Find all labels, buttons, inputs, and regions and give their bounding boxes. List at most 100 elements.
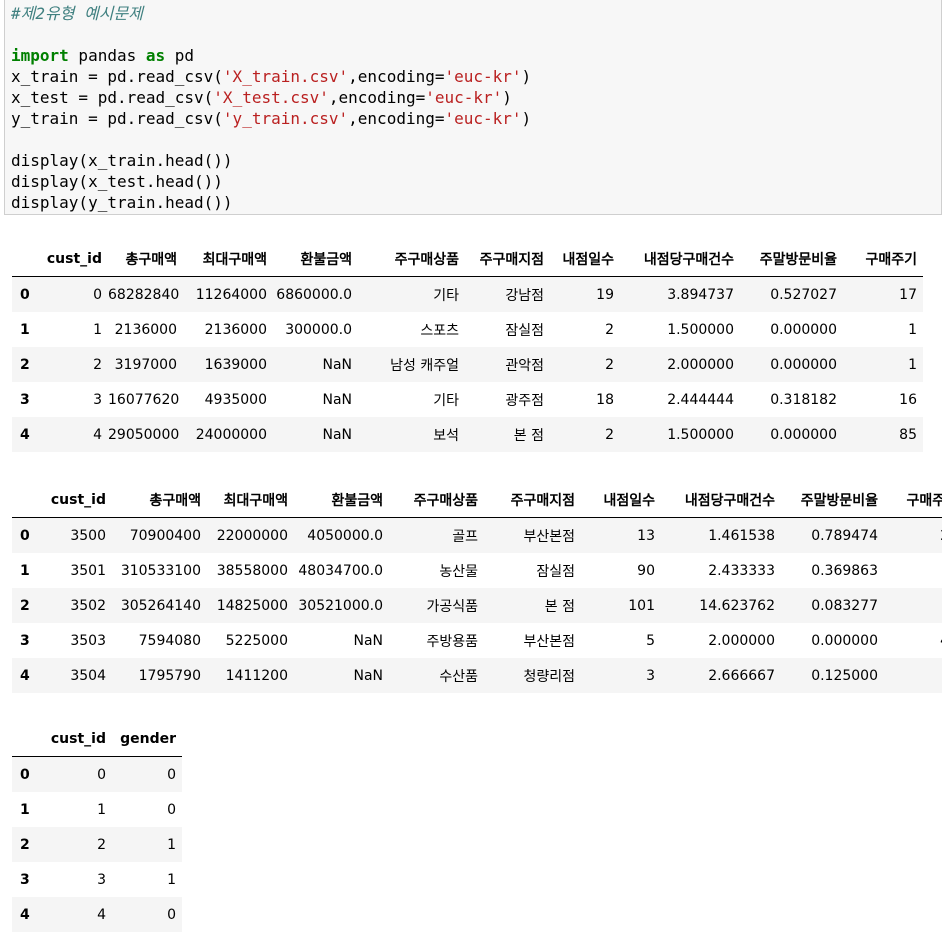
column-header: 환불금액 — [294, 483, 389, 518]
column-header: 주구매상품 — [389, 483, 484, 518]
table-cell: 스포츠 — [420, 322, 459, 339]
column-header: cust_id — [46, 242, 108, 277]
code-text: ,encoding= — [348, 67, 445, 86]
table-cell: 2 — [605, 426, 614, 443]
table-cell: 본 점 — [544, 598, 575, 615]
table-cell: 2136000 — [204, 321, 267, 338]
table-row: 0 0 68282840 11264000 6860000.0 기타 강남점 19 3.8947… — [12, 276, 923, 312]
column-header: cust_id — [46, 483, 112, 518]
code-cell[interactable]: #제2유형 예시문제 import pandas as pd x_train = p… — [4, 0, 942, 215]
column-header: 주구매지점 — [465, 242, 550, 277]
table-cell: 0 — [97, 766, 106, 783]
row-index: 1 — [20, 801, 30, 818]
row-index: 3 — [20, 632, 30, 649]
column-header: 내점당구매건수 — [661, 483, 781, 518]
row-index: 4 — [20, 667, 30, 684]
table-cell: 2 — [605, 356, 614, 373]
table-cell: 1.500000 — [667, 321, 734, 338]
keyword-as: as — [145, 46, 166, 65]
table-row: 2 3502 305264140 14825000 30521000.0 가공식품 본 점 1… — [12, 588, 942, 623]
code-string: 'euc-kr' — [444, 109, 522, 128]
table-cell: 3 — [884, 553, 942, 588]
code-text: display(x_train.head()) — [11, 151, 233, 170]
column-header: 구매주기 — [843, 242, 923, 277]
column-header: cust_id — [46, 722, 112, 757]
table-row: 1 1 2136000 2136000 300000.0 스포츠 잠실점 2 1.500000 0… — [12, 312, 923, 347]
table-cell: NaN — [353, 667, 383, 684]
column-header: gender — [112, 722, 182, 757]
table-cell: 1795790 — [138, 667, 201, 684]
table-cell: 0.369863 — [811, 562, 878, 579]
table-cell: 90 — [637, 562, 655, 579]
table-cell: 3197000 — [114, 356, 177, 373]
table-cell: 8 — [884, 658, 942, 693]
code-editor[interactable]: #제2유형 예시문제 import pandas as pd x_train = p… — [5, 0, 941, 213]
table-cell: 2.433333 — [708, 562, 775, 579]
table-cell: 기타 — [433, 392, 459, 409]
table-cell: 70900400 — [129, 527, 201, 544]
column-header: 주구매지점 — [484, 483, 581, 518]
table-cell: 광주점 — [505, 392, 544, 409]
table-cell: 1 — [97, 801, 106, 818]
column-header: 내점당구매건수 — [620, 242, 740, 277]
code-text: ) — [502, 88, 512, 107]
row-index: 0 — [20, 527, 30, 544]
table-cell: 2.000000 — [667, 356, 734, 373]
table-cell: NaN — [322, 426, 352, 443]
code-text: x_train = pd.read_csv( — [11, 67, 223, 86]
index-header — [12, 483, 46, 518]
index-header — [12, 722, 46, 757]
table-cell: 18 — [596, 391, 614, 408]
table-cell: 3 — [646, 667, 655, 684]
code-text: display(x_test.head()) — [11, 172, 223, 191]
table-cell: 수산품 — [439, 668, 478, 685]
module-alias: pd — [165, 46, 195, 65]
table-cell: 1.500000 — [667, 426, 734, 443]
table-cell: 13 — [637, 527, 655, 544]
table-cell: NaN — [353, 632, 383, 649]
table-row: 0 0 0 — [12, 756, 182, 792]
index-header — [12, 242, 46, 277]
table-cell: 4 — [93, 426, 102, 443]
table-cell: 26 — [884, 518, 942, 554]
table-cell: 6860000.0 — [276, 286, 352, 303]
table-cell: 1.461538 — [708, 527, 775, 544]
code-string: 'y_train.csv' — [222, 109, 349, 128]
column-header: 내점일수 — [581, 483, 661, 518]
table-cell: 잠실점 — [536, 563, 575, 580]
table-row: 2 2 3197000 1639000 NaN 남성 캐주얼 관악점 2 2.000000 0.0… — [12, 347, 923, 382]
x-train-dataframe: cust_id 총구매액 최대구매액 환불금액 주구매상품 주구매지점 내점일수 내점당구매건… — [12, 242, 923, 452]
table-cell: 16077620 — [108, 391, 180, 408]
table-cell: 310533100 — [120, 562, 201, 579]
row-index: 2 — [20, 597, 30, 614]
code-text: ,encoding= — [348, 109, 445, 128]
table-cell: 1411200 — [225, 667, 288, 684]
table-row: 1 1 0 — [12, 792, 182, 827]
table-cell: 청량리점 — [523, 668, 575, 685]
table-cell: 24000000 — [195, 426, 267, 443]
table-cell: 보석 — [433, 427, 459, 444]
column-header: 주구매상품 — [358, 242, 465, 277]
row-index: 1 — [20, 321, 30, 338]
table-cell: 0.000000 — [770, 426, 837, 443]
table-cell: 1 — [167, 836, 176, 853]
table-cell: 19 — [596, 286, 614, 303]
row-index: 2 — [20, 836, 30, 853]
table-cell: 4050000.0 — [307, 527, 383, 544]
table-cell: 3501 — [70, 562, 106, 579]
table-cell: NaN — [322, 391, 352, 408]
table-cell: 남성 캐주얼 — [390, 357, 459, 374]
table-cell: 101 — [628, 597, 655, 614]
code-text: ) — [521, 67, 532, 86]
column-header: 총구매액 — [108, 242, 183, 277]
column-header: 구매주기 — [884, 483, 942, 518]
table-cell: 0.789474 — [811, 527, 878, 544]
table-cell: 1 — [93, 321, 102, 338]
table-cell: 3 — [93, 391, 102, 408]
table-cell: 0.083277 — [811, 597, 878, 614]
table-cell: 0.318182 — [770, 391, 837, 408]
table-row: 1 3501 310533100 38558000 48034700.0 농산물 잠실점 90… — [12, 553, 942, 588]
x-test-dataframe: cust_id 총구매액 최대구매액 환불금액 주구매상품 주구매지점 내점일수 내점당구매건… — [12, 483, 942, 693]
code-text: y_train = pd.read_csv( — [11, 109, 223, 128]
table-cell: 기타 — [433, 287, 459, 304]
